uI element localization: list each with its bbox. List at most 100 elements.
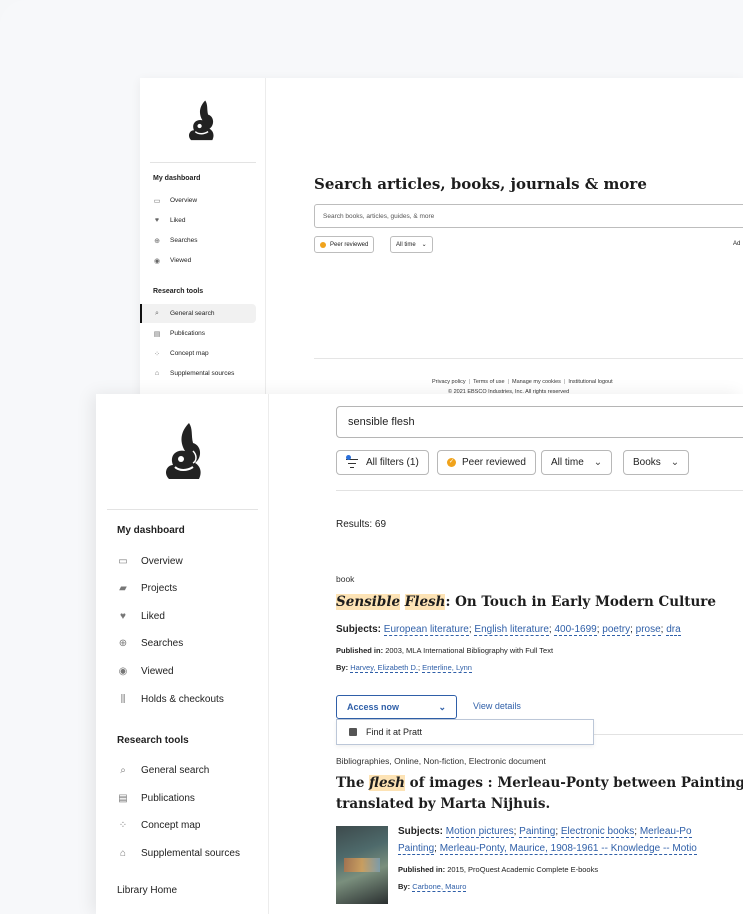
sidebar-item-label: Publications <box>141 792 195 804</box>
library-home-link[interactable]: Library Home <box>117 885 177 896</box>
sidebar-item-label: Holds & checkouts <box>141 693 224 705</box>
privacy-link[interactable]: Privacy policy <box>432 379 466 385</box>
peer-reviewed-chip[interactable]: ✓ Peer reviewed <box>437 450 536 475</box>
back-footer-links: Privacy policy | Terms of use | Manage my co… <box>432 379 613 385</box>
sidebar-item-holds[interactable]: ⫼ Holds & checkouts <box>117 689 224 709</box>
all-filters-button[interactable]: All filters (1) <box>336 450 429 475</box>
result-title-line2[interactable]: translated by Marta Nijhuis. <box>336 796 550 812</box>
sidebar-item-general-search[interactable]: ⌕ General search <box>117 760 209 780</box>
result-title[interactable]: Sensible Flesh: On Touch in Early Modern… <box>336 594 716 610</box>
result-title[interactable]: The flesh of images : Merleau-Ponty betw… <box>336 775 743 791</box>
result-type: book <box>336 574 355 584</box>
back-sidebar-item-general-search[interactable]: ⌕ General search <box>140 304 256 323</box>
concept-map-icon: ⁘ <box>118 819 128 831</box>
subject-link[interactable]: Electronic books <box>560 826 635 838</box>
back-sidebar-item-publications[interactable]: ▤ Publications <box>140 324 256 343</box>
logout-link[interactable]: Institutional logout <box>568 379 612 385</box>
result-published: Published in: 2003, MLA International Bi… <box>336 646 553 655</box>
back-sidebar-item-supplemental[interactable]: ⌂ Supplemental sources <box>140 364 256 383</box>
back-sidebar-item-searches[interactable]: ⊕ Searches <box>140 231 256 250</box>
author-link[interactable]: Harvey, Elizabeth D. <box>350 663 418 673</box>
search-input[interactable]: sensible flesh <box>336 406 743 438</box>
subject-link[interactable]: European literature <box>383 624 469 636</box>
back-section-research: Research tools <box>153 288 204 295</box>
search-icon: ⌕ <box>120 764 126 776</box>
title-text: The <box>336 775 370 791</box>
back-sidebar-item-overview[interactable]: ▭ Overview <box>140 191 256 210</box>
concept-map-icon: ⁘ <box>154 350 160 358</box>
results-count: Results: 69 <box>336 519 387 530</box>
sidebar-item-label: Projects <box>141 582 178 594</box>
published-value: 2003, MLA International Bibliography wit… <box>385 646 554 655</box>
cookies-link[interactable]: Manage my cookies <box>512 379 561 385</box>
subject-link[interactable]: Painting <box>519 826 556 838</box>
by-label: By: <box>398 882 411 891</box>
published-label: Published in: <box>336 646 384 655</box>
subject-link[interactable]: Motion pictures <box>445 826 514 838</box>
back-sidebar-item-concept-map[interactable]: ⁘ Concept map <box>140 344 256 363</box>
sidebar-item-searches[interactable]: ⊕ Searches <box>117 633 183 653</box>
panel-icon: ▭ <box>153 197 161 205</box>
books-icon: ⫼ <box>120 693 126 705</box>
sidebar-item-label: Liked <box>141 610 165 622</box>
back-chip-peer-reviewed[interactable]: Peer reviewed <box>314 236 375 253</box>
sidebar-item-publications[interactable]: ▤ Publications <box>117 788 195 808</box>
front-window: My dashboard ▭ Overview ▰ Projects ♥ Liked … <box>96 394 743 914</box>
back-search-input[interactable]: Search books, articles, guides, & more <box>314 204 743 228</box>
time-filter-select[interactable]: All time ⌄ <box>541 450 613 475</box>
section-my-dashboard: My dashboard <box>117 525 185 536</box>
sidebar: My dashboard ▭ Overview ▰ Projects ♥ Liked … <box>96 394 269 914</box>
subject-link[interactable]: Painting <box>398 843 435 855</box>
subject-link[interactable]: poetry <box>602 624 631 636</box>
back-main: Search articles, books, journals & more … <box>266 78 743 408</box>
sidebar-item-label: Overview <box>141 555 183 567</box>
title-highlight: flesh <box>369 775 405 791</box>
author-link[interactable]: Enterline, Lynn <box>422 663 472 673</box>
check-badge-icon <box>320 241 326 248</box>
back-section-dashboard: My dashboard <box>153 175 201 182</box>
terms-link[interactable]: Terms of use <box>473 379 504 385</box>
subject-link[interactable]: 400-1699 <box>554 624 597 636</box>
title-highlight: Sensible <box>336 594 401 610</box>
view-details-link[interactable]: View details <box>473 701 521 711</box>
subject-link[interactable]: English literature <box>474 624 549 636</box>
eye-icon: ◉ <box>118 665 128 677</box>
time-filter-label: All time <box>551 457 584 468</box>
author-link[interactable]: Carbone, Mauro <box>412 882 467 892</box>
subject-link[interactable]: prose <box>635 624 661 636</box>
back-advanced-link[interactable]: Ad <box>733 241 740 247</box>
type-filter-label: Books <box>633 457 661 468</box>
back-sidebar-item-liked[interactable]: ♥ Liked <box>140 211 256 230</box>
sidebar-item-overview[interactable]: ▭ Overview <box>117 551 183 571</box>
external-link-icon <box>349 728 357 736</box>
filter-icon <box>346 454 358 468</box>
sidebar-item-label: Searches <box>141 637 184 649</box>
chevron-down-icon: ⌄ <box>593 457 603 468</box>
type-filter-select[interactable]: Books ⌄ <box>623 450 690 475</box>
book-cover-thumbnail[interactable] <box>336 826 388 904</box>
subject-link[interactable]: dra <box>666 624 681 636</box>
sidebar-item-concept-map[interactable]: ⁘ Concept map <box>117 815 201 835</box>
check-badge-icon: ✓ <box>447 458 456 467</box>
peer-reviewed-label: Peer reviewed <box>462 457 526 468</box>
back-chip-label: Peer reviewed <box>330 241 369 248</box>
back-sidebar-item-label: Supplemental sources <box>170 370 235 377</box>
back-chip-all-time[interactable]: All time ⌄ <box>390 236 433 253</box>
sidebar-item-label: Viewed <box>141 665 174 677</box>
back-window: My dashboard ▭ Overview ♥ Liked ⊕ Searches … <box>140 78 743 408</box>
back-sidebar-item-viewed[interactable]: ◉ Viewed <box>140 251 256 270</box>
sidebar-item-viewed[interactable]: ◉ Viewed <box>117 661 174 681</box>
sidebar-divider <box>107 509 258 510</box>
subject-link[interactable]: Merleau-Ponty, Maurice, 1908-1961 -- Kno… <box>439 843 697 855</box>
result-published: Published in: 2015, ProQuest Academic Co… <box>398 865 598 874</box>
subject-link[interactable]: Merleau-Po <box>639 826 692 838</box>
logo-icon <box>166 423 201 479</box>
sidebar-item-projects[interactable]: ▰ Projects <box>117 578 177 598</box>
result-subjects: Subjects: European literature; English l… <box>336 624 681 636</box>
sidebar-item-liked[interactable]: ♥ Liked <box>117 606 165 626</box>
access-now-dropdown[interactable]: Access now ⌄ <box>336 695 457 719</box>
back-sidebar-item-label: General search <box>170 310 215 317</box>
sidebar-item-supplemental[interactable]: ⌂ Supplemental sources <box>117 843 240 863</box>
find-it-menu-item[interactable]: Find it at Pratt <box>336 719 594 745</box>
back-footer-divider <box>314 358 743 359</box>
